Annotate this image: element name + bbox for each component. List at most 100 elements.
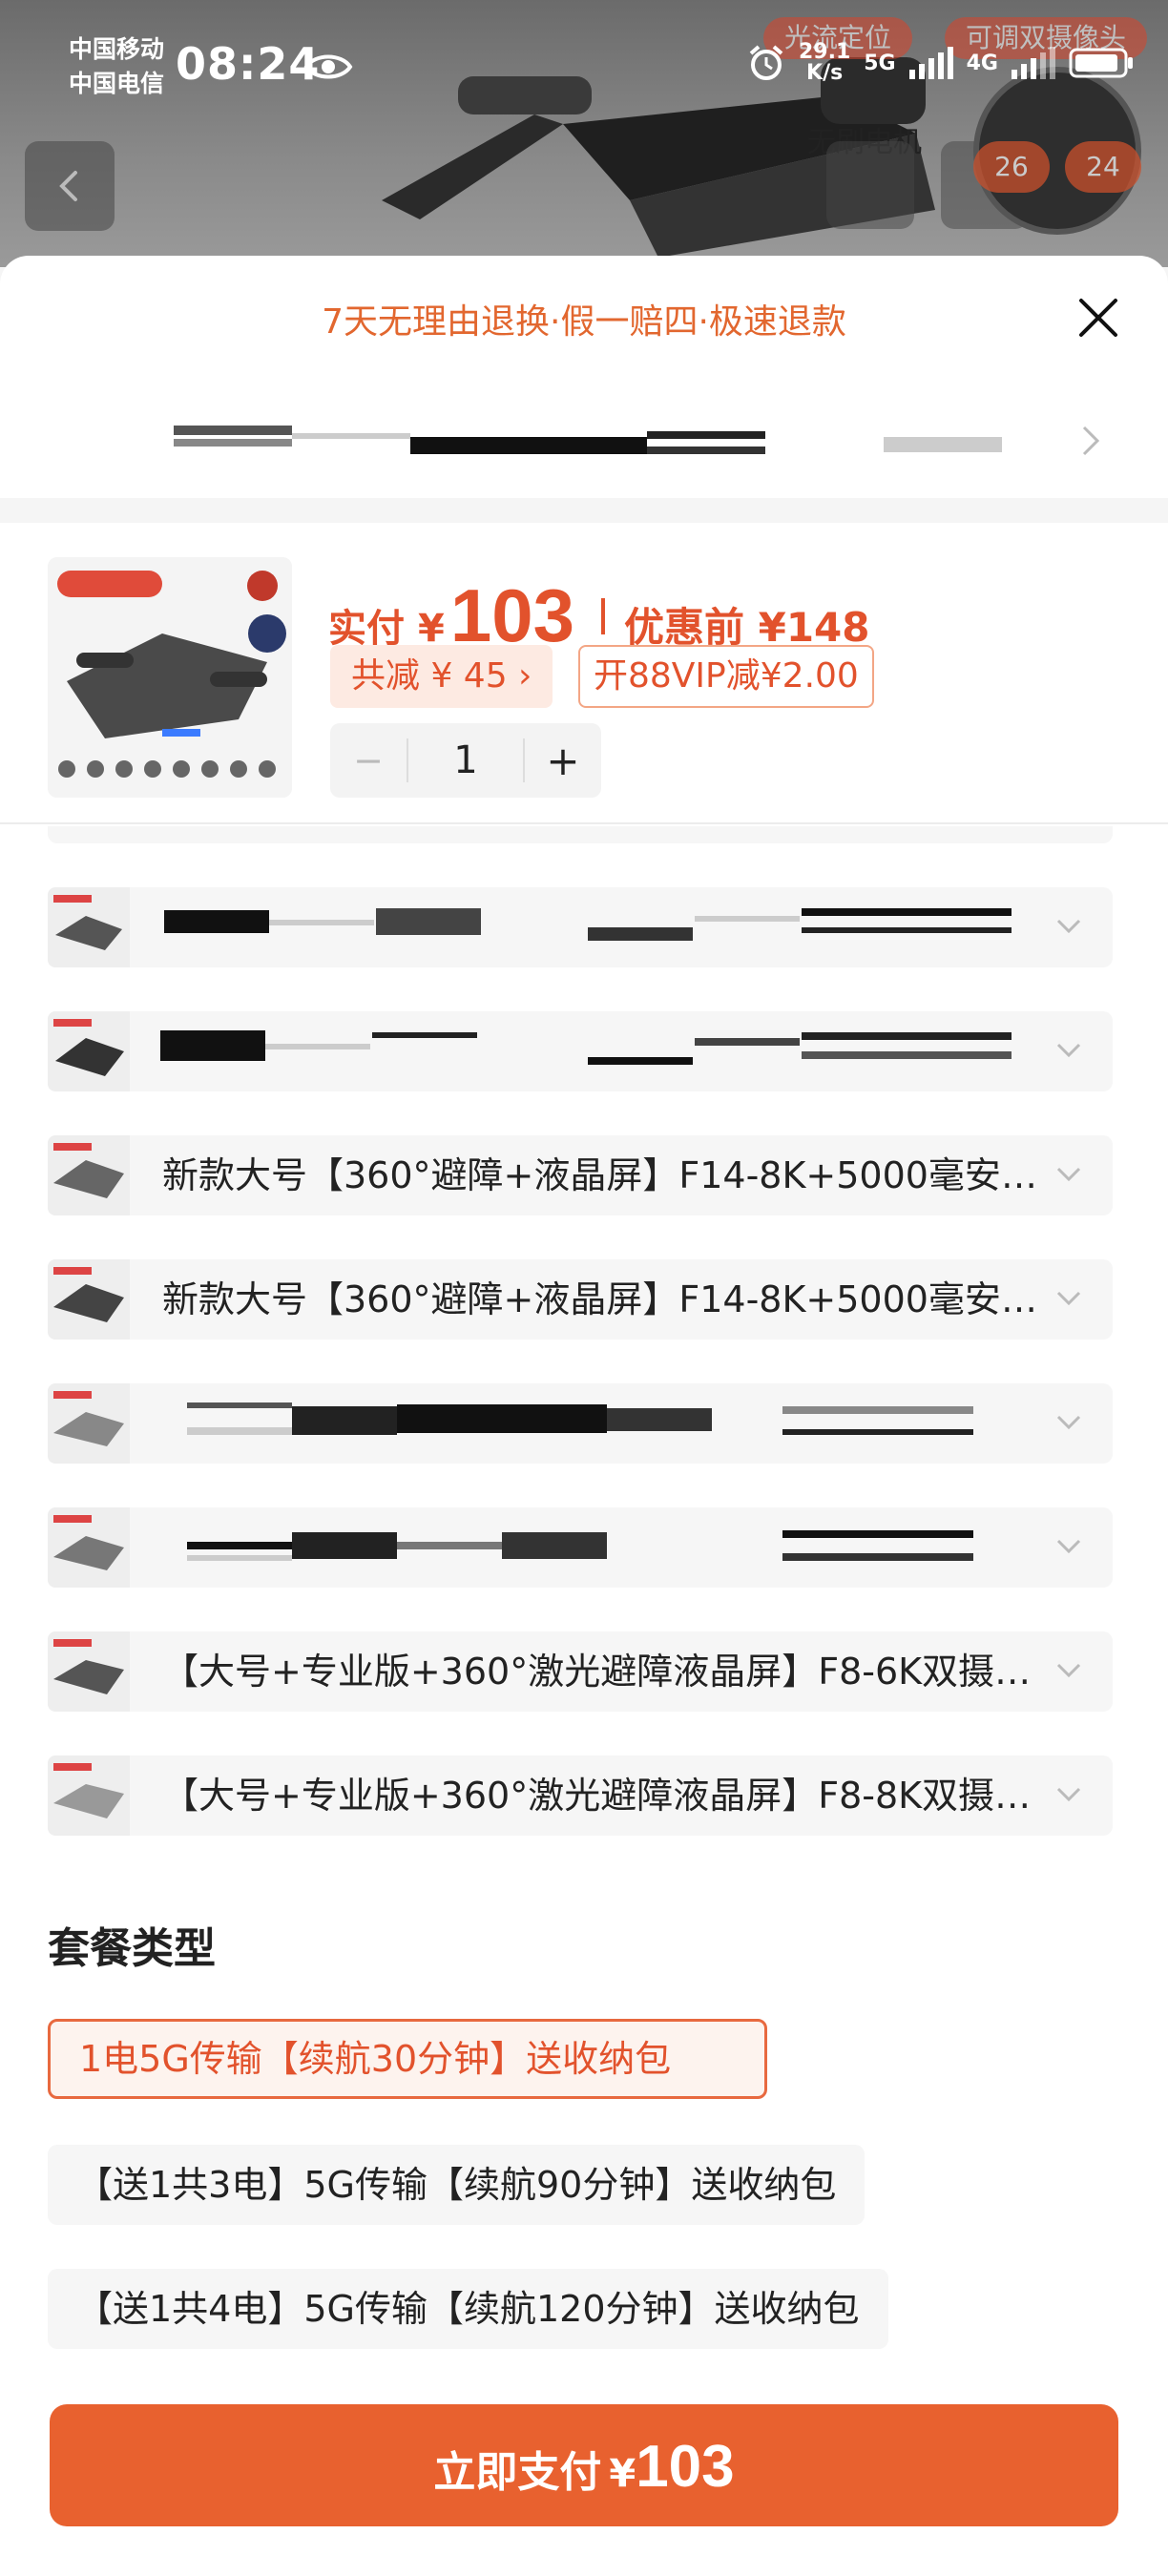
chevron-down-icon xyxy=(1056,1415,1081,1430)
redacted-address xyxy=(174,439,292,447)
network-5g-label: 5G xyxy=(864,51,896,75)
redacted-label xyxy=(187,1427,292,1435)
spec-option[interactable]: 新款大号【360°避障+液晶屏】F14-8K+5000毫安电池 xyxy=(48,1259,1113,1340)
redacted-label xyxy=(607,1408,712,1431)
status-icons: 29.1 K/s 5G 4G xyxy=(747,42,1136,84)
redacted-label xyxy=(187,1402,292,1408)
pay-currency: ¥ xyxy=(609,2452,636,2496)
redacted-label xyxy=(397,1542,502,1549)
spec-thumbnail xyxy=(48,1631,130,1712)
chevron-down-icon xyxy=(1056,919,1081,934)
close-button[interactable] xyxy=(1071,290,1126,345)
redacted-address xyxy=(647,447,765,454)
redacted-address xyxy=(292,433,410,439)
spec-label: 新款大号【360°避障+液晶屏】F14-8K+5000毫安电池 xyxy=(162,1278,1040,1320)
redacted-label xyxy=(160,1030,265,1061)
redacted-label xyxy=(265,1044,370,1049)
redacted-label xyxy=(269,920,374,925)
redacted-label xyxy=(502,1532,607,1559)
redacted-label xyxy=(802,927,1012,933)
chevron-down-icon xyxy=(1056,1291,1081,1306)
spec-thumbnail xyxy=(48,1135,130,1215)
status-bar: 中国移动 中国电信 08:24 29.1 K/s 5G 4G xyxy=(0,0,1168,118)
redacted-label xyxy=(782,1530,973,1538)
redacted-label xyxy=(695,916,800,922)
chevron-down-icon xyxy=(1056,1167,1081,1182)
spec-option[interactable]: 新款大号【360°避障+液晶屏】F14-8K+5000毫安电池 xyxy=(48,1135,1113,1215)
spec-thumbnail xyxy=(48,1011,130,1091)
increase-button[interactable]: + xyxy=(525,737,601,784)
spec-option[interactable] xyxy=(48,1383,1113,1464)
spec-option[interactable] xyxy=(48,1507,1113,1588)
redacted-label xyxy=(397,1404,607,1433)
chevron-down-icon xyxy=(1056,1663,1081,1678)
redacted-label xyxy=(187,1555,292,1561)
signal-icon-2 xyxy=(1012,47,1055,79)
alarm-icon xyxy=(749,45,783,80)
spec-option[interactable]: 【大号+专业版+360°激光避障液晶屏】F8-8K双摄像头 xyxy=(48,1755,1113,1836)
redacted-label xyxy=(802,908,1012,916)
redacted-label xyxy=(782,1429,973,1435)
carrier-1: 中国移动 xyxy=(69,35,165,63)
redacted-label xyxy=(292,1532,397,1559)
spec-option-partial[interactable] xyxy=(48,826,1113,843)
redacted-address xyxy=(174,426,292,435)
redacted-address xyxy=(410,437,647,454)
redacted-label xyxy=(164,910,269,933)
carrier-info: 中国移动 中国电信 xyxy=(69,32,164,101)
net-speed-value: 29.1 xyxy=(798,40,851,64)
clock: 08:24 xyxy=(176,38,321,90)
spec-option[interactable] xyxy=(48,887,1113,967)
spec-thumbnail xyxy=(48,887,130,967)
spec-label: 新款大号【360°避障+液晶屏】F14-8K+5000毫安电池 xyxy=(162,1154,1040,1196)
spec-thumbnail xyxy=(48,1259,130,1340)
chevron-right-icon xyxy=(1082,426,1100,456)
redacted-address xyxy=(647,431,765,439)
net-speed-unit: K/s xyxy=(806,61,844,85)
signal-icon xyxy=(908,47,953,79)
section-divider xyxy=(0,498,1168,523)
back-button[interactable] xyxy=(25,141,115,231)
spec-option[interactable]: 【大号+专业版+360°激光避障液晶屏】F8-6K双摄像头 xyxy=(48,1631,1113,1712)
share-button[interactable] xyxy=(826,141,914,229)
package-option-selected[interactable]: 1电5G传输【续航30分钟】送收纳包 xyxy=(48,2019,767,2099)
package-type-heading: 套餐类型 xyxy=(48,1924,216,1973)
redacted-label xyxy=(695,1038,800,1046)
spec-thumbnail xyxy=(48,1383,130,1464)
pay-now-button[interactable]: 立即支付 ¥ 103 xyxy=(50,2404,1118,2526)
chevron-down-icon xyxy=(1056,1043,1081,1058)
count-badge: 24 xyxy=(1065,141,1141,193)
eye-icon xyxy=(303,54,353,79)
spec-label: 【大号+专业版+360°激光避障液晶屏】F8-8K双摄像头 xyxy=(162,1775,1040,1817)
quantity-value[interactable]: 1 xyxy=(407,738,525,782)
redacted-label xyxy=(292,1406,397,1435)
count-badge: 26 xyxy=(973,141,1050,193)
redacted-label xyxy=(376,908,481,935)
net-speed: 29.1 K/s xyxy=(799,42,850,84)
guarantee-banner: 7天无理由退换·假一赔四·极速退款 xyxy=(322,302,846,342)
product-summary: 实付 ¥ 103 优惠前 ¥148 共减 ¥ 45 › 开88VIP减¥2.00… xyxy=(0,523,1168,824)
redacted-label xyxy=(782,1553,973,1561)
redacted-label xyxy=(782,1406,973,1414)
redacted-label xyxy=(802,1051,1012,1059)
spec-thumbnail xyxy=(48,1507,130,1588)
pay-label: 立即支付 xyxy=(433,2448,602,2497)
network-4g-label: 4G xyxy=(966,51,998,75)
discount-tag[interactable]: 共减 ¥ 45 › xyxy=(330,645,553,708)
package-option[interactable]: 【送1共4电】5G传输【续航120分钟】送收纳包 xyxy=(48,2269,888,2349)
carrier-2: 中国电信 xyxy=(69,70,165,97)
spec-label: 【大号+专业版+360°激光避障液晶屏】F8-6K双摄像头 xyxy=(162,1651,1040,1693)
product-image xyxy=(48,557,292,798)
spec-option[interactable] xyxy=(48,1011,1113,1091)
address-row[interactable] xyxy=(0,399,1168,485)
redacted-address xyxy=(884,437,1002,452)
chevron-down-icon xyxy=(1056,1539,1081,1554)
battery-icon xyxy=(1069,48,1133,78)
redacted-label xyxy=(372,1032,477,1038)
redacted-label xyxy=(802,1032,1012,1040)
vip-offer-tag[interactable]: 开88VIP减¥2.00 xyxy=(578,645,874,708)
redacted-label xyxy=(588,927,693,941)
back-icon xyxy=(59,171,77,201)
package-option[interactable]: 【送1共3电】5G传输【续航90分钟】送收纳包 xyxy=(48,2145,866,2225)
decrease-button[interactable]: − xyxy=(330,739,407,781)
